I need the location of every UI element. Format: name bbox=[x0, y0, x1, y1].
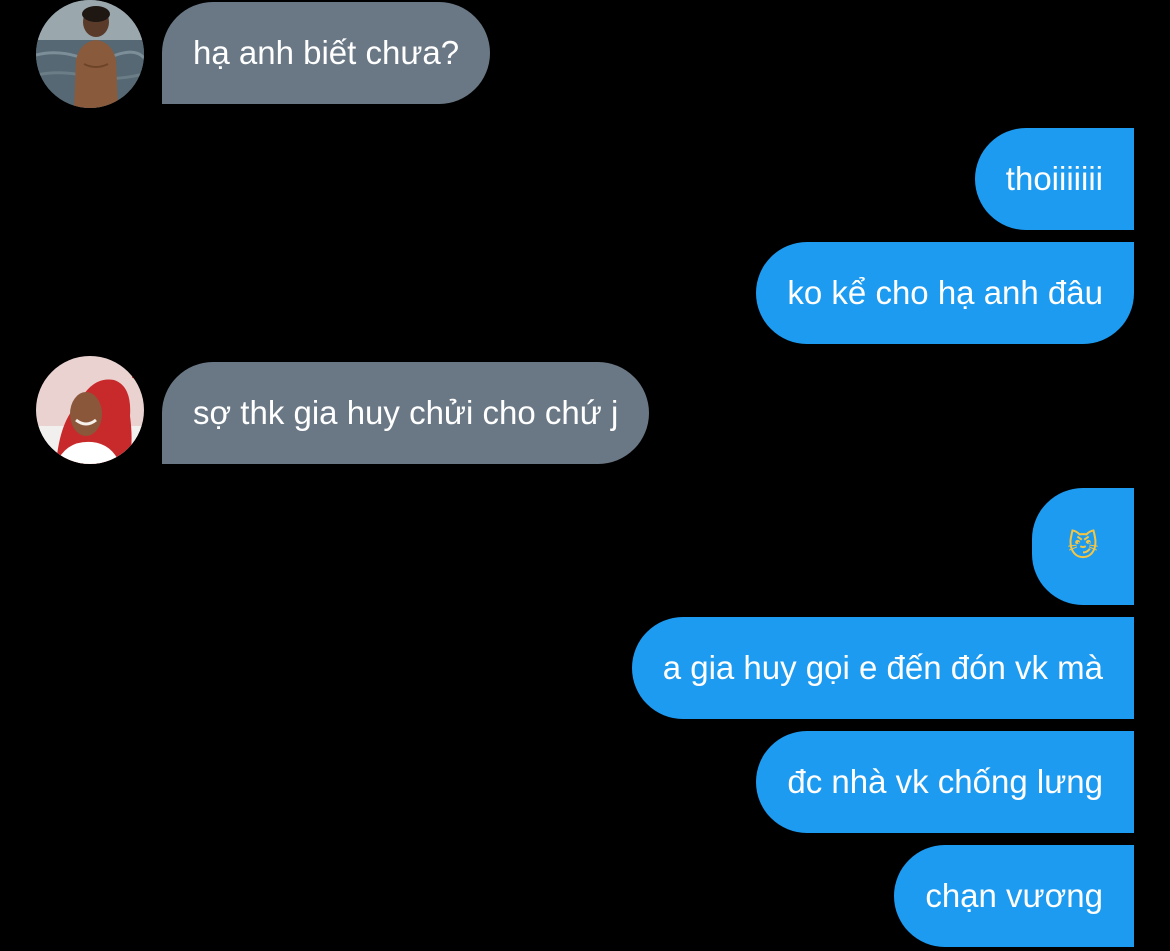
message-bubble-outgoing-emoji[interactable]: 😼 bbox=[1032, 488, 1134, 605]
avatar-photo-headscarf bbox=[36, 356, 144, 464]
message-text: đc nhà vk chống lưng bbox=[787, 763, 1103, 800]
avatar-photo-sea bbox=[36, 0, 144, 108]
message-bubble-incoming[interactable]: hạ anh biết chưa? bbox=[162, 2, 491, 104]
message-text: chạn vương bbox=[925, 877, 1103, 914]
message-text: thoiiiiiii bbox=[1005, 160, 1103, 197]
message-bubble-outgoing[interactable]: đc nhà vk chống lưng bbox=[756, 731, 1134, 833]
message-bubble-incoming[interactable]: sợ thk gia huy chửi cho chứ j bbox=[162, 362, 650, 464]
sender-avatar-sea[interactable] bbox=[36, 0, 144, 108]
smirking-cat-emoji-icon: 😼 bbox=[1067, 529, 1099, 564]
message-text: ko kể cho hạ anh đâu bbox=[787, 274, 1103, 311]
message-bubble-outgoing[interactable]: a gia huy gọi e đến đón vk mà bbox=[631, 617, 1134, 719]
message-bubble-outgoing[interactable]: ko kể cho hạ anh đâu bbox=[756, 242, 1134, 344]
message-text: hạ anh biết chưa? bbox=[193, 34, 460, 71]
message-text: sợ thk gia huy chửi cho chứ j bbox=[193, 394, 619, 431]
message-bubble-outgoing[interactable]: thoiiiiiii bbox=[974, 128, 1134, 230]
message-text: a gia huy gọi e đến đón vk mà bbox=[662, 649, 1103, 686]
message-bubble-outgoing[interactable]: chạn vương bbox=[894, 845, 1134, 947]
sender-avatar-headscarf[interactable] bbox=[36, 356, 144, 464]
